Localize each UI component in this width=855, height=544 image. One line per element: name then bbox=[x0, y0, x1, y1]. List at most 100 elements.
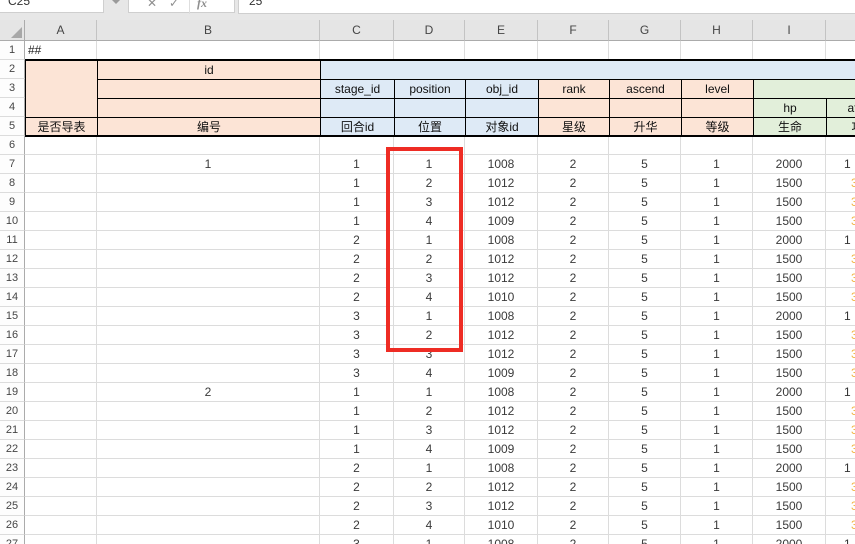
cell-B6[interactable] bbox=[97, 136, 320, 155]
cell-C25[interactable]: 2 bbox=[320, 497, 394, 516]
header-cell-I4[interactable]: hp bbox=[753, 98, 826, 117]
header-cell-D5[interactable]: 位置 bbox=[394, 117, 465, 136]
cell-A8[interactable] bbox=[25, 174, 97, 193]
cell-H6[interactable] bbox=[681, 136, 753, 155]
cell-E16[interactable]: 1012 bbox=[465, 326, 538, 345]
cell-J25[interactable]: 3 bbox=[826, 497, 855, 516]
cell-C20[interactable]: 1 bbox=[320, 402, 394, 421]
cell-E18[interactable]: 1009 bbox=[465, 364, 538, 383]
cell-C1[interactable] bbox=[320, 41, 394, 60]
cell-G17[interactable]: 5 bbox=[609, 345, 681, 364]
header-cell-H4[interactable] bbox=[681, 98, 753, 117]
cell-J24[interactable]: 3 bbox=[826, 478, 855, 497]
cell-I27[interactable]: 2000 bbox=[753, 535, 826, 544]
cell-H24[interactable]: 1 bbox=[681, 478, 753, 497]
cell-F24[interactable]: 2 bbox=[538, 478, 609, 497]
cell-E25[interactable]: 1012 bbox=[465, 497, 538, 516]
header-cell-J4[interactable]: attack bbox=[826, 98, 855, 117]
cell-C23[interactable]: 2 bbox=[320, 459, 394, 478]
cell-C10[interactable]: 1 bbox=[320, 212, 394, 231]
cell-B22[interactable] bbox=[97, 440, 320, 459]
cell-H1[interactable] bbox=[681, 41, 753, 60]
cell-C9[interactable]: 1 bbox=[320, 193, 394, 212]
cell-D26[interactable]: 4 bbox=[394, 516, 465, 535]
cell-C24[interactable]: 2 bbox=[320, 478, 394, 497]
row-header-22[interactable]: 22 bbox=[0, 440, 25, 459]
cell-G8[interactable]: 5 bbox=[609, 174, 681, 193]
select-all-corner[interactable] bbox=[0, 20, 25, 41]
cell-E22[interactable]: 1009 bbox=[465, 440, 538, 459]
insert-function-icon[interactable]: fx bbox=[197, 0, 207, 9]
cell-E14[interactable]: 1010 bbox=[465, 288, 538, 307]
cell-G19[interactable]: 5 bbox=[609, 383, 681, 402]
cell-F16[interactable]: 2 bbox=[538, 326, 609, 345]
row-header-11[interactable]: 11 bbox=[0, 231, 25, 250]
row-header-25[interactable]: 25 bbox=[0, 497, 25, 516]
cell-B26[interactable] bbox=[97, 516, 320, 535]
cell-A7[interactable] bbox=[25, 155, 97, 174]
row-header-19[interactable]: 19 bbox=[0, 383, 25, 402]
cell-B8[interactable] bbox=[97, 174, 320, 193]
cell-I1[interactable] bbox=[753, 41, 826, 60]
cell-B11[interactable] bbox=[97, 231, 320, 250]
cell-D12[interactable]: 2 bbox=[394, 250, 465, 269]
name-box-dropdown-icon[interactable] bbox=[111, 0, 121, 4]
cell-D21[interactable]: 3 bbox=[394, 421, 465, 440]
cell-C21[interactable]: 1 bbox=[320, 421, 394, 440]
cell-I9[interactable]: 1500 bbox=[753, 193, 826, 212]
cell-G24[interactable]: 5 bbox=[609, 478, 681, 497]
col-header-E[interactable]: E bbox=[465, 20, 538, 41]
cell-E27[interactable]: 1008 bbox=[465, 535, 538, 544]
cell-H16[interactable]: 1 bbox=[681, 326, 753, 345]
cell-D25[interactable]: 3 bbox=[394, 497, 465, 516]
cell-E21[interactable]: 1012 bbox=[465, 421, 538, 440]
cell-E15[interactable]: 1008 bbox=[465, 307, 538, 326]
header-cell-E4[interactable] bbox=[465, 98, 538, 117]
row-header-18[interactable]: 18 bbox=[0, 364, 25, 383]
cell-D20[interactable]: 2 bbox=[394, 402, 465, 421]
cell-F26[interactable]: 2 bbox=[538, 516, 609, 535]
cell-D19[interactable]: 1 bbox=[394, 383, 465, 402]
cell-F19[interactable]: 2 bbox=[538, 383, 609, 402]
header-cell-H3[interactable]: level bbox=[681, 79, 753, 98]
cell-A15[interactable] bbox=[25, 307, 97, 326]
row-header-14[interactable]: 14 bbox=[0, 288, 25, 307]
header-cell-B4[interactable] bbox=[97, 98, 320, 117]
cell-C14[interactable]: 2 bbox=[320, 288, 394, 307]
row-header-3[interactable]: 3 bbox=[0, 79, 25, 98]
cell-C26[interactable]: 2 bbox=[320, 516, 394, 535]
cell-G12[interactable]: 5 bbox=[609, 250, 681, 269]
col-header-D[interactable]: D bbox=[394, 20, 465, 41]
cell-G22[interactable]: 5 bbox=[609, 440, 681, 459]
header-cell-E5[interactable]: 对象id bbox=[465, 117, 538, 136]
cell-I20[interactable]: 1500 bbox=[753, 402, 826, 421]
cell-J23[interactable]: 1 bbox=[826, 459, 855, 478]
header-cell-H5[interactable]: 等级 bbox=[681, 117, 753, 136]
cell-D8[interactable]: 2 bbox=[394, 174, 465, 193]
row-header-12[interactable]: 12 bbox=[0, 250, 25, 269]
cell-J6[interactable] bbox=[826, 136, 855, 155]
cell-D23[interactable]: 1 bbox=[394, 459, 465, 478]
merged-cell-I3[interactable] bbox=[753, 79, 855, 98]
cell-I26[interactable]: 1500 bbox=[753, 516, 826, 535]
cell-G14[interactable]: 5 bbox=[609, 288, 681, 307]
cell-H9[interactable]: 1 bbox=[681, 193, 753, 212]
cell-G9[interactable]: 5 bbox=[609, 193, 681, 212]
cell-H26[interactable]: 1 bbox=[681, 516, 753, 535]
cell-H18[interactable]: 1 bbox=[681, 364, 753, 383]
cell-D15[interactable]: 1 bbox=[394, 307, 465, 326]
cell-I7[interactable]: 2000 bbox=[753, 155, 826, 174]
header-cell-F4[interactable] bbox=[538, 98, 609, 117]
cell-B14[interactable] bbox=[97, 288, 320, 307]
cell-I25[interactable]: 1500 bbox=[753, 497, 826, 516]
cell-A27[interactable] bbox=[25, 535, 97, 544]
cell-I8[interactable]: 1500 bbox=[753, 174, 826, 193]
cell-E20[interactable]: 1012 bbox=[465, 402, 538, 421]
col-header-H[interactable]: H bbox=[681, 20, 753, 41]
header-cell-B3[interactable] bbox=[97, 79, 320, 98]
cell-B20[interactable] bbox=[97, 402, 320, 421]
cell-F20[interactable]: 2 bbox=[538, 402, 609, 421]
cell-A16[interactable] bbox=[25, 326, 97, 345]
row-header-2[interactable]: 2 bbox=[0, 60, 25, 79]
header-cell-A5[interactable]: 是否导表 bbox=[25, 117, 97, 136]
